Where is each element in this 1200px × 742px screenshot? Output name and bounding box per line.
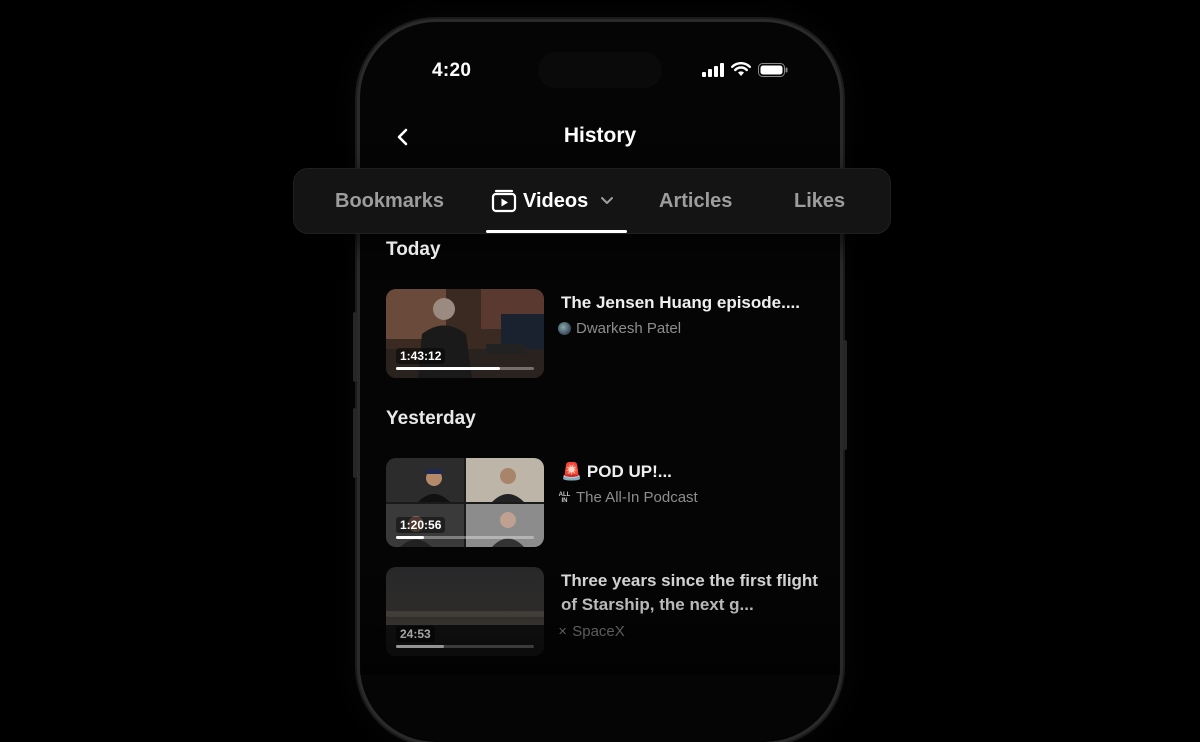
video-thumbnail[interactable]: 1:43:12	[386, 289, 544, 378]
tab-label: Articles	[659, 189, 733, 212]
chevron-down-icon	[601, 197, 614, 204]
thumbnail-image	[386, 567, 544, 656]
tab-label: Likes	[794, 189, 846, 212]
video-thumbnail[interactable]: 24:53	[386, 567, 544, 656]
watch-progress-bar	[396, 645, 534, 648]
tab-likes[interactable]: Likes	[794, 169, 845, 233]
tab-bookmarks[interactable]: Bookmarks	[335, 169, 444, 233]
video-title[interactable]: The Jensen Huang episode....	[561, 291, 821, 315]
tab-articles[interactable]: Articles	[659, 169, 732, 233]
watch-progress-bar	[396, 367, 534, 370]
active-tab-indicator	[486, 230, 627, 233]
thumbnail-image	[386, 289, 544, 378]
wifi-icon	[731, 62, 751, 76]
watch-progress-fill	[396, 645, 445, 648]
video-duration: 1:20:56	[396, 517, 446, 533]
page-title: History	[563, 124, 637, 147]
status-icons	[702, 62, 788, 77]
watch-progress-fill	[396, 536, 424, 539]
tab-videos[interactable]: Videos	[491, 169, 616, 233]
channel-name: SpaceX	[572, 623, 625, 640]
video-duration: 24:53	[396, 626, 435, 642]
video-channel[interactable]: ✕ SpaceX	[558, 623, 625, 640]
dynamic-island	[538, 52, 662, 88]
channel-avatar-icon	[558, 322, 571, 335]
channel-name: The All-In Podcast	[576, 489, 698, 506]
channel-name: Dwarkesh Patel	[576, 320, 682, 337]
thumbnail-image	[386, 458, 544, 547]
battery-icon	[758, 62, 788, 77]
video-thumbnail[interactable]: 1:20:56	[386, 458, 544, 547]
status-time: 4:20	[432, 60, 472, 81]
history-tab-bar: Bookmarks Videos Articles Likes	[294, 169, 890, 233]
phone-side-button	[353, 408, 357, 478]
watch-progress-bar	[396, 536, 534, 539]
channel-avatar-icon: ALL IN	[558, 491, 571, 504]
phone-side-button	[353, 312, 357, 382]
watch-progress-fill	[396, 367, 500, 370]
video-channel[interactable]: ALL IN The All-In Podcast	[558, 489, 698, 506]
video-play-icon	[491, 189, 517, 213]
cellular-signal-icon	[702, 62, 724, 77]
section-header-yesterday: Yesterday	[386, 408, 476, 429]
section-header-today: Today	[386, 239, 441, 260]
video-channel[interactable]: Dwarkesh Patel	[558, 320, 681, 337]
spacex-logo-icon: ✕	[558, 626, 568, 638]
video-title[interactable]: Three years since the first flight of St…	[561, 569, 823, 617]
video-title[interactable]: 🚨 POD UP!...	[561, 460, 821, 484]
video-duration: 1:43:12	[396, 348, 446, 364]
tab-label: Bookmarks	[335, 189, 444, 212]
tab-label: Videos	[523, 189, 589, 212]
phone-power-button	[843, 340, 847, 450]
